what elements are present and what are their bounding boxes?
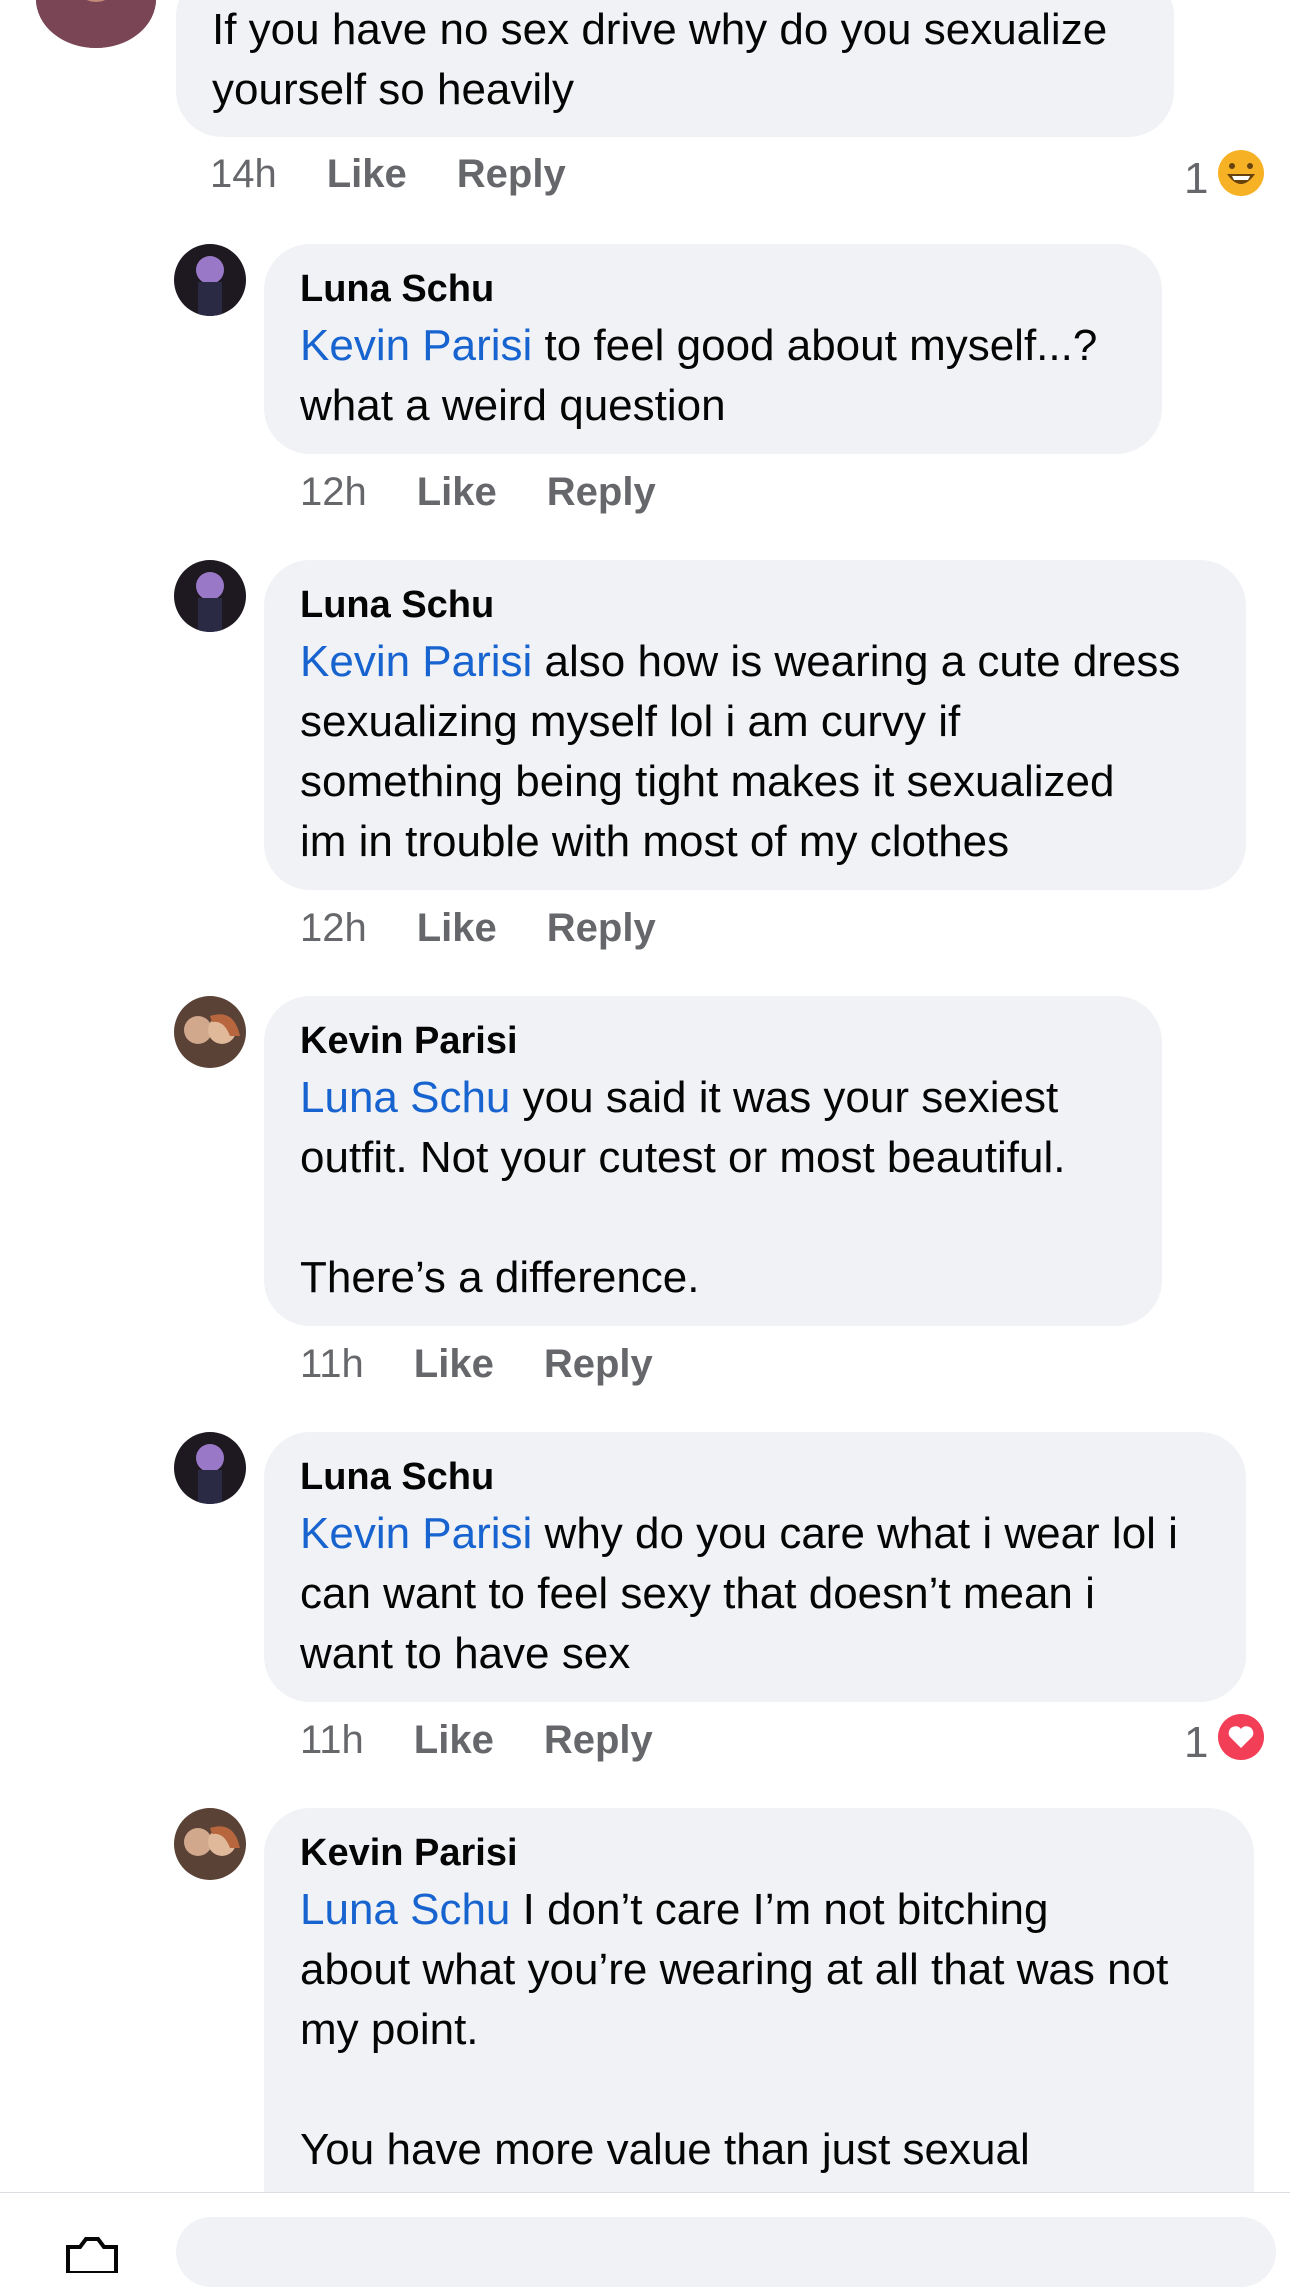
comment-author[interactable]: Luna Schu [300, 582, 1210, 628]
reply-button[interactable]: Reply [544, 1718, 653, 1763]
mention-link[interactable]: Kevin Parisi [300, 321, 532, 370]
comment-composer [0, 2192, 1290, 2287]
love-icon [1216, 1712, 1266, 1773]
comment-actions: 12h Like Reply [300, 906, 656, 951]
comment-actions: 12h Like Reply [300, 470, 656, 515]
comment-actions: 14h Like Reply [210, 152, 566, 197]
comment-actions: 11h Like Reply [300, 1342, 653, 1387]
reaction-summary[interactable]: 1 [1184, 1712, 1266, 1773]
reaction-count: 1 [1184, 1717, 1209, 1767]
avatar[interactable] [174, 996, 246, 1068]
comment-bubble: Luna Schu Kevin Parisi to feel good abou… [264, 244, 1162, 454]
comment-input[interactable] [176, 2217, 1276, 2287]
mention-link[interactable]: Luna Schu [300, 1885, 510, 1934]
comment-text: If you have no sex drive why do you sexu… [212, 5, 1120, 114]
like-button[interactable]: Like [417, 470, 497, 515]
avatar[interactable] [174, 1808, 246, 1880]
comment-time: 14h [210, 152, 277, 196]
comment-bubble: Luna Schu Kevin Parisi also how is weari… [264, 560, 1246, 890]
comment-author[interactable]: Luna Schu [300, 1454, 1210, 1500]
reply-button[interactable]: Reply [457, 152, 566, 197]
reaction-count: 1 [1184, 153, 1209, 203]
comment-author[interactable]: Kevin Parisi [300, 1830, 1218, 1876]
like-button[interactable]: Like [414, 1718, 494, 1763]
comment-time: 12h [300, 470, 367, 514]
avatar[interactable] [36, 0, 156, 48]
comment-bubble: If you have no sex drive why do you sexu… [176, 0, 1174, 137]
mention-link[interactable]: Luna Schu [300, 1073, 510, 1122]
comment-time: 11h [300, 1718, 364, 1762]
camera-icon[interactable] [60, 2233, 124, 2275]
comment-actions: 11h Like Reply [300, 1718, 653, 1763]
reply-button[interactable]: Reply [547, 906, 656, 951]
comment-bubble: Luna Schu Kevin Parisi why do you care w… [264, 1432, 1246, 1702]
comment-bubble: Kevin Parisi Luna Schu you said it was y… [264, 996, 1162, 1326]
avatar[interactable] [174, 244, 246, 316]
mention-link[interactable]: Kevin Parisi [300, 1509, 532, 1558]
comment-time: 11h [300, 1342, 364, 1386]
comment-author[interactable]: Kevin Parisi [300, 1018, 1126, 1064]
like-button[interactable]: Like [327, 152, 407, 197]
like-button[interactable]: Like [414, 1342, 494, 1387]
comment-bubble: Kevin Parisi Luna Schu I don’t care I’m … [264, 1808, 1254, 2228]
avatar[interactable] [174, 1432, 246, 1504]
haha-icon [1216, 148, 1266, 209]
comment-author[interactable]: Luna Schu [300, 266, 1126, 312]
comment-time: 12h [300, 906, 367, 950]
reply-button[interactable]: Reply [544, 1342, 653, 1387]
like-button[interactable]: Like [417, 906, 497, 951]
avatar[interactable] [174, 560, 246, 632]
mention-link[interactable]: Kevin Parisi [300, 637, 532, 686]
reaction-summary[interactable]: 1 [1184, 148, 1266, 209]
reply-button[interactable]: Reply [547, 470, 656, 515]
